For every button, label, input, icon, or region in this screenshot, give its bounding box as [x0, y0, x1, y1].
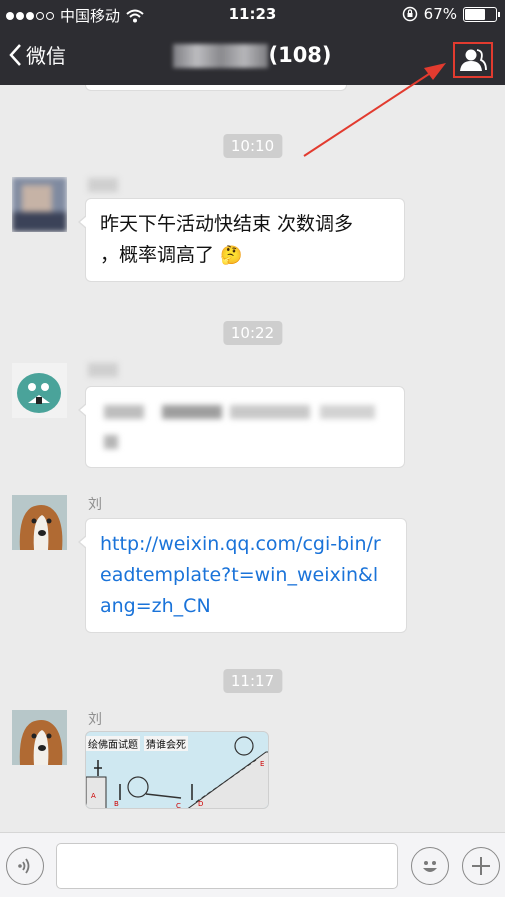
members-icon [460, 49, 487, 71]
message-text-line-1: 昨天下午活动快结束 次数调多 [100, 213, 354, 235]
avatar[interactable] [12, 495, 67, 550]
nav-bar: 微信 (108) [0, 30, 505, 85]
image-caption-left: 绘佛面试题 [86, 736, 140, 751]
member-count: (108) [268, 43, 332, 67]
message-text-line-2: ，概率调高了 [100, 244, 215, 266]
avatar[interactable] [12, 363, 67, 418]
sender-name: 刘 [88, 712, 102, 728]
redacted-message-bubble[interactable] [78, 386, 405, 468]
svg-text:E: E [260, 760, 264, 768]
avatar[interactable] [12, 710, 67, 765]
image-caption-right: 猜谁会死 [144, 736, 188, 751]
link-line-2: eadtemplate?t=win_weixin&l [100, 564, 379, 586]
svg-text:B: B [114, 800, 119, 808]
voice-icon [18, 858, 30, 874]
voice-button[interactable] [6, 847, 44, 885]
redacted-group-name [173, 44, 269, 68]
timestamp: 10:22 [222, 321, 283, 345]
thinking-emoji: 🤔 [220, 245, 243, 266]
emoji-button[interactable] [411, 847, 449, 885]
message-input[interactable] [56, 843, 398, 889]
chat-area[interactable]: 10:10 昨天下午活动快结束 次数调多 ，概率调高了 🤔 10:22 刘 ht… [0, 85, 505, 832]
chat-title: (108) [0, 43, 505, 68]
message-bubble[interactable]: 昨天下午活动快结束 次数调多 ，概率调高了 🤔 [78, 198, 405, 282]
timestamp: 10:10 [222, 134, 283, 158]
input-bar [0, 832, 505, 897]
plus-icon [472, 857, 490, 875]
previous-message-bubble [85, 85, 347, 91]
more-button[interactable] [462, 847, 500, 885]
timestamp: 11:17 [222, 669, 283, 693]
image-message[interactable]: A B C D E 绘佛面试题 猜谁会死 [85, 731, 269, 809]
battery-icon [463, 6, 500, 22]
link-message-bubble[interactable]: http://weixin.qq.com/cgi-bin/r eadtempla… [78, 518, 407, 633]
redacted-content [104, 405, 375, 449]
group-members-button[interactable] [453, 42, 493, 78]
battery-percent: 67% [423, 5, 457, 23]
sender-name: 刘 [88, 497, 102, 513]
redacted-sender-name [88, 178, 118, 192]
svg-text:C: C [176, 802, 181, 809]
svg-text:D: D [198, 800, 203, 808]
avatar[interactable] [12, 177, 67, 232]
svg-text:A: A [91, 792, 96, 800]
rotation-lock-icon [402, 6, 417, 22]
link-line-3: ang=zh_CN [100, 595, 211, 617]
redacted-sender-name [88, 363, 118, 377]
status-bar: 中国移动 11:23 67% [0, 0, 505, 30]
link-line-1: http://weixin.qq.com/cgi-bin/r [100, 533, 381, 555]
emoji-icon [423, 861, 437, 872]
